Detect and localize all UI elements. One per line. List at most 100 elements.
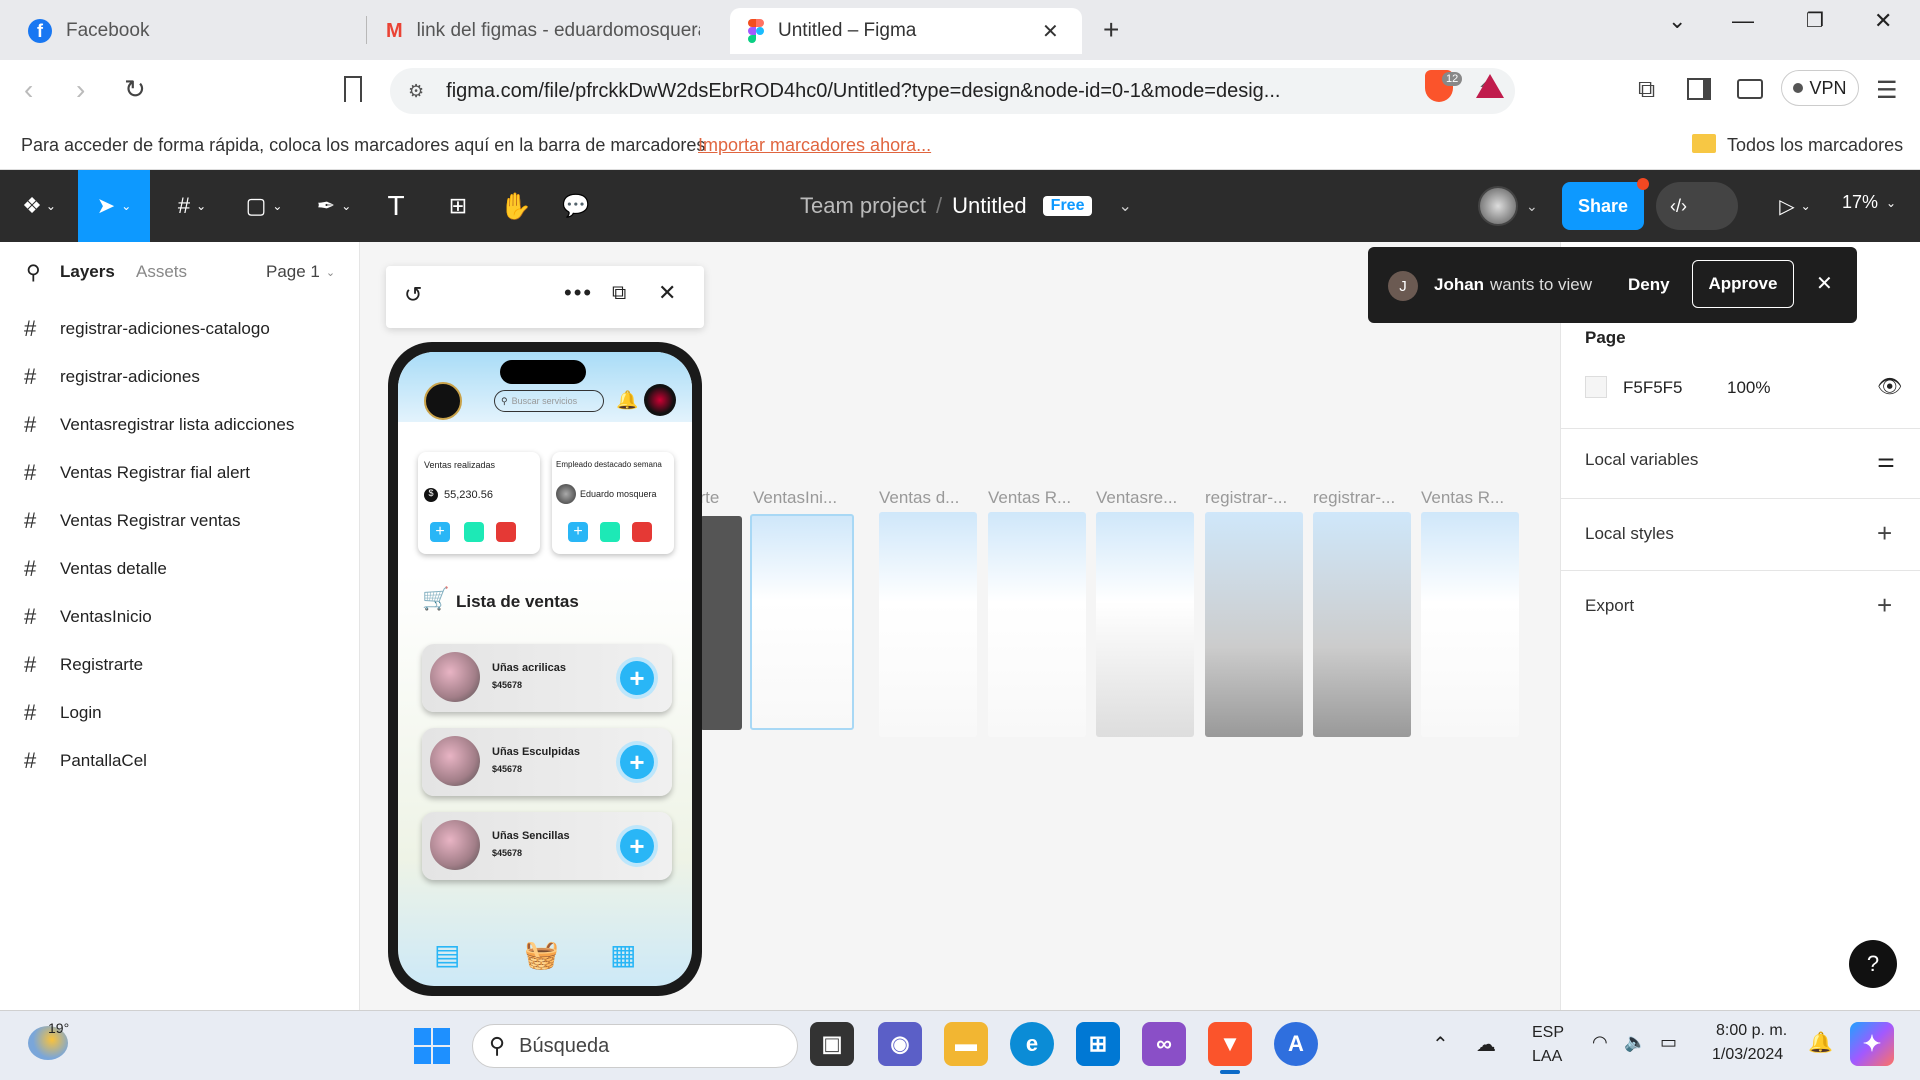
restart-icon[interactable]: ↺ [404,282,422,308]
rectangle-tool-icon[interactable]: ▢ ⌄ [238,170,290,242]
open-external-icon[interactable]: ⧉ [612,282,626,305]
file-menu-chevron-icon[interactable]: ⌄ [1118,196,1131,216]
wallet-icon[interactable] [1737,79,1763,99]
share-button[interactable]: Share [1562,182,1644,230]
frame-thumbnail[interactable] [700,516,742,730]
add-icon[interactable]: + [568,522,588,542]
tray-chevron-icon[interactable]: ⌃ [1432,1032,1449,1057]
bg-color-swatch[interactable] [1585,376,1607,398]
layer-item[interactable]: # VentasInicio [24,604,152,630]
app-icon[interactable]: A [1274,1022,1318,1066]
plan-badge[interactable]: Free [1042,196,1093,216]
page-select[interactable]: Page 1 ⌄ [266,262,335,282]
figma-main-menu-icon[interactable]: ❖ ⌄ [14,170,64,242]
import-bookmarks-link[interactable]: Importar marcadores ahora... [698,135,931,156]
add-item-button[interactable]: + [620,661,654,695]
menu-icon[interactable]: ☰ [1876,76,1898,105]
basket-nav-icon[interactable]: 🧺 [524,938,559,971]
frame-label[interactable]: registrar-... [1205,488,1301,508]
search-input[interactable]: ⚲ Buscar servicios [494,390,604,412]
zoom-control[interactable]: 17% ⌄ [1842,192,1896,213]
task-view-icon[interactable]: ▣ [810,1022,854,1066]
frame-thumbnail[interactable] [879,512,977,737]
visual-studio-icon[interactable]: ∞ [1142,1022,1186,1066]
close-preview-icon[interactable]: ✕ [658,280,676,306]
bg-opacity[interactable]: 100% [1727,378,1770,398]
frame-label[interactable]: Ventas d... [879,488,975,508]
frame-thumbnail[interactable] [1205,512,1303,737]
local-styles[interactable]: Local styles [1585,524,1674,544]
approve-button[interactable]: Approve [1692,260,1794,308]
teams-icon[interactable]: ◉ [878,1022,922,1066]
resources-tool-icon[interactable]: ⊞ [440,170,476,242]
dev-mode-toggle[interactable]: ‹/› [1656,182,1738,230]
clock-date[interactable]: 1/03/2024 [1712,1046,1783,1064]
layer-item[interactable]: # registrar-adiciones-catalogo [24,316,270,342]
onedrive-icon[interactable]: ☁ [1476,1032,1496,1057]
layer-item[interactable]: # Registrarte [24,652,143,678]
taskbar-search[interactable]: ⚲ Búsqueda [472,1024,798,1068]
present-icon[interactable]: ▷ ⌄ [1772,170,1818,242]
frame-thumbnail[interactable] [750,514,854,730]
volume-icon[interactable]: 🔈 [1624,1032,1646,1053]
layer-item[interactable]: # Ventas detalle [24,556,167,582]
frame-tool-icon[interactable]: # ⌄ [166,170,218,242]
close-toast-icon[interactable]: ✕ [1816,271,1833,296]
vpn-button[interactable]: VPN [1781,70,1859,106]
layer-item[interactable]: # Ventas Registrar ventas [24,508,240,534]
file-name[interactable]: Untitled [952,193,1027,219]
close-tab-icon[interactable]: ✕ [1042,19,1059,44]
edge-icon[interactable]: e [1010,1022,1054,1066]
lang-top[interactable]: ESP [1532,1024,1564,1042]
wifi-icon[interactable]: ◠ [1592,1032,1608,1053]
extensions-icon[interactable]: ⧉ [1638,76,1655,104]
forward-button[interactable]: › [76,74,85,106]
frame-label[interactable]: Ventasre... [1096,488,1192,508]
project-name[interactable]: Team project [800,193,926,219]
clock-time[interactable]: 8:00 p. m. [1716,1022,1787,1040]
frame-thumbnail[interactable] [1096,512,1194,737]
user-avatar-button[interactable]: ⌄ [1478,186,1538,226]
avatar[interactable] [644,384,676,416]
text-tool-icon[interactable]: T [378,170,414,242]
sidebar-toggle-icon[interactable] [1687,78,1711,100]
layer-item[interactable]: # PantallaCel [24,748,147,774]
reload-button[interactable]: ↻ [124,74,146,105]
battery-icon[interactable]: ▭ [1660,1032,1677,1053]
add-style-icon[interactable]: + [1877,518,1892,549]
bell-icon[interactable]: 🔔 [616,390,638,411]
frame-thumbnail[interactable] [988,512,1086,737]
bookmark-page-icon[interactable] [344,76,362,102]
new-tab-button[interactable]: + [1103,14,1119,46]
add-icon[interactable]: + [430,522,450,542]
lang-bottom[interactable]: LAA [1532,1048,1562,1066]
close-window-button[interactable]: ✕ [1874,8,1892,34]
calendar-nav-icon[interactable]: ▦ [610,938,636,971]
url-field[interactable]: ⚙ figma.com/file/pfrckkDwW2dsEbrROD4hc0/… [390,68,1515,114]
local-variables[interactable]: Local variables [1585,450,1698,470]
list-item[interactable]: Uñas acrilicas $45678 + [422,644,672,712]
url-text[interactable]: figma.com/file/pfrckkDwW2dsEbrROD4hc0/Un… [446,80,1280,103]
site-settings-icon[interactable]: ⚙ [408,81,424,102]
variables-icon[interactable]: ⚌ [1877,448,1895,473]
minimize-button[interactable]: — [1732,8,1754,34]
frame-thumbnail[interactable] [1313,512,1411,737]
add-item-button[interactable]: + [620,745,654,779]
deny-button[interactable]: Deny [1628,275,1670,295]
layer-item[interactable]: # registrar-adiciones [24,364,200,390]
copilot-icon[interactable]: ✦ [1850,1022,1894,1066]
hide-icon[interactable] [464,522,484,542]
frame-label[interactable]: registrar-... [1313,488,1409,508]
comment-tool-icon[interactable]: 💬 [558,170,594,242]
store-icon[interactable]: ⊞ [1076,1022,1120,1066]
layer-item[interactable]: # Ventasregistrar lista adicciones [24,412,294,438]
file-explorer-icon[interactable]: ▬ [944,1022,988,1066]
eye-icon[interactable]: 👁 [1877,374,1902,399]
list-item[interactable]: Uñas Sencillas $45678 + [422,812,672,880]
more-options-icon[interactable]: ••• [564,280,593,306]
layer-item[interactable]: # Login [24,700,102,726]
back-button[interactable]: ‹ [24,74,33,106]
hide-icon[interactable] [600,522,620,542]
notifications-bell-icon[interactable]: 🔔 [1808,1030,1833,1055]
list-item[interactable]: Uñas Esculpidas $45678 + [422,728,672,796]
